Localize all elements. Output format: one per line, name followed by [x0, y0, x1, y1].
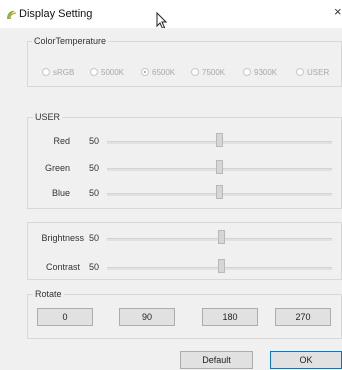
blue-label: Blue — [51, 188, 70, 198]
app-swirl-icon — [7, 10, 17, 20]
rotate-0-button[interactable]: 0 — [37, 308, 93, 326]
contrast-slider-thumb[interactable] — [218, 259, 225, 273]
rotate-90-button[interactable]: 90 — [119, 308, 175, 326]
radio-circle — [191, 68, 199, 76]
blue-slider-thumb[interactable] — [216, 185, 223, 199]
brightness-slider-thumb[interactable] — [218, 230, 225, 244]
blue-value: 50 — [89, 188, 100, 198]
radio-5000k[interactable]: 5000K — [90, 65, 124, 79]
rotate-label: Rotate — [33, 289, 64, 299]
window-title: Display Setting — [19, 8, 93, 20]
radio-srgb[interactable]: sRGB — [42, 65, 74, 79]
default-button[interactable]: Default — [180, 351, 253, 369]
close-button[interactable]: × — [334, 4, 342, 20]
red-label: Red — [53, 136, 70, 146]
radio-label: 5000K — [101, 67, 125, 77]
title-bar: Display Setting × — [0, 0, 342, 30]
rotate-270-button[interactable]: 270 — [275, 308, 331, 326]
contrast-label: Contrast — [45, 262, 80, 272]
color-temperature-group — [27, 41, 342, 87]
ok-button[interactable]: OK — [270, 351, 342, 369]
radio-circle — [90, 68, 98, 76]
radio-circle — [243, 68, 251, 76]
radio-label: USER — [307, 67, 330, 77]
brightness-label: Brightness — [41, 233, 84, 243]
red-slider-thumb[interactable] — [216, 133, 223, 147]
green-slider-thumb[interactable] — [216, 160, 223, 174]
green-label: Green — [44, 163, 70, 173]
green-value: 50 — [89, 163, 100, 173]
contrast-value: 50 — [89, 262, 100, 272]
red-value: 50 — [89, 136, 100, 146]
radio-label: 9300K — [254, 67, 278, 77]
radio-label: sRGB — [53, 67, 75, 77]
radio-circle — [296, 68, 304, 76]
radio-circle-checked — [141, 68, 149, 76]
color-temperature-label: ColorTemperature — [32, 36, 109, 46]
radio-label: 7500K — [202, 67, 226, 77]
rotate-180-button[interactable]: 180 — [202, 308, 258, 326]
radio-user[interactable]: USER — [296, 65, 329, 79]
radio-7500k[interactable]: 7500K — [191, 65, 225, 79]
dialog-client-area: ColorTemperature sRGB 5000K 6500K 7500K … — [0, 28, 342, 370]
brightness-value: 50 — [89, 233, 100, 243]
radio-label: 6500K — [152, 67, 176, 77]
radio-9300k[interactable]: 9300K — [243, 65, 277, 79]
user-group-label: USER — [33, 112, 63, 122]
radio-circle — [42, 68, 50, 76]
radio-6500k[interactable]: 6500K — [141, 65, 175, 79]
